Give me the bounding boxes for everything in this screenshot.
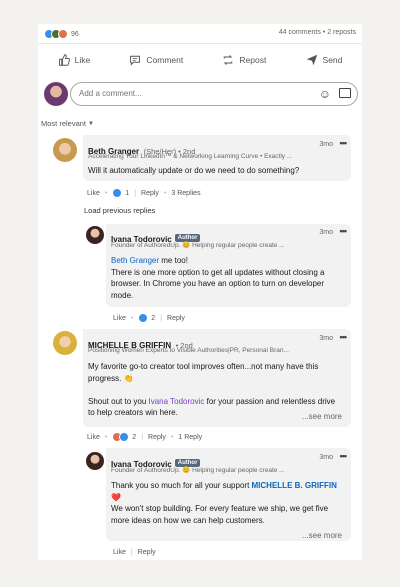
send-icon [306,54,317,66]
mention-link[interactable]: Beth Granger [111,256,159,265]
repost-button[interactable]: Repost [222,54,266,66]
reply-bubble: Ivana Todorovic Author Founder of Authore… [106,224,351,307]
like-reaction-icon [119,432,130,442]
reply-bubble: Ivana Todorovic Author Founder of Authore… [106,448,351,541]
reply-link[interactable]: Reply [138,549,156,556]
action-bar: Like Comment Repost Send [38,48,362,72]
replies-link[interactable]: 3 Replies [171,190,200,197]
comment-time: 3mo [319,229,333,236]
user-avatar[interactable] [44,82,68,106]
reaction-count: 96 [71,30,79,38]
comment-time: 3mo [319,335,333,342]
love-reaction-icon [58,29,68,39]
heart-icon: ❤️ [111,492,121,502]
comment-text: Thank you so much for all your support M… [111,480,343,526]
commenter-headline: Accelerating Your LinkedIn™ & Networking… [88,153,293,160]
like-reaction-icon [112,188,123,198]
comment-text-part: We won't stop building. For every featur… [111,504,329,525]
reaction-count[interactable]: 2 [132,434,136,441]
comment-bubble: Beth Granger (She/Her) • 2nd Acceleratin… [83,135,351,181]
repost-icon [224,55,233,65]
comment-text-part: Shout out to you [88,396,149,406]
send-label: Send [322,55,343,65]
like-button[interactable]: Like [58,54,91,66]
comment-icon [130,55,141,66]
replies-link[interactable]: 1 Reply [178,434,202,441]
action-separator: | [134,189,137,197]
comment-actions: Like | Reply [113,549,156,556]
commenter-avatar[interactable] [86,452,104,470]
commenter-headline: Founder of AuthoredUp. 😊 Helping regular… [111,467,285,474]
like-link[interactable]: Like [113,315,126,322]
reaction-stack[interactable]: 96 [44,29,79,39]
comment-text-part: There is one more option to get all upda… [111,267,325,300]
comment-text-part: me too! [159,256,188,265]
stats-separator: • [322,29,326,36]
reply-link[interactable]: Reply [141,190,159,197]
more-options-icon[interactable]: ••• [340,226,348,236]
action-separator: • [130,314,134,322]
comment-actions: Like • 2 | Reply • 1 Reply [87,432,202,442]
comment-text-part: Thank you so much for all your support [111,481,252,490]
action-separator: | [141,433,144,441]
image-icon[interactable] [339,88,351,98]
commenter-avatar[interactable] [53,138,77,162]
comment-bubble: MICHELLE B GRIFFIN • 2nd Positioning Wom… [83,329,351,427]
comment-text-part: My favorite go-to creator tool improves … [88,362,319,383]
reaction-count[interactable]: 2 [151,315,155,322]
more-options-icon[interactable]: ••• [340,451,348,461]
reply-link[interactable]: Reply [167,315,185,322]
post-social-card: 96 44 comments • 2 reposts Like Comment … [38,24,362,560]
sort-label: Most relevant [41,119,87,128]
see-more-link[interactable]: ...see more [302,411,342,423]
like-link[interactable]: Like [87,434,100,441]
mention-link[interactable]: MICHELLE B. GRIFFIN [252,481,337,490]
comment-button[interactable]: Comment [129,54,183,66]
comment-input[interactable] [77,88,301,99]
load-previous-replies[interactable]: Load previous replies [84,206,155,215]
like-reaction-icon [138,313,149,323]
divider [38,43,362,44]
comments-reposts[interactable]: 44 comments • 2 reposts [279,29,356,36]
commenter-avatar[interactable] [53,331,77,355]
reply-link[interactable]: Reply [148,434,166,441]
commenter-headline: Founder of AuthoredUp. 😊 Helping regular… [111,242,285,249]
see-more-link[interactable]: ...see more [302,530,342,542]
comment-actions: Like • 1 | Reply • 3 Replies [87,188,201,198]
action-separator: | [160,314,163,322]
more-options-icon[interactable]: ••• [340,138,348,148]
comment-text: My favorite go-to creator tool improves … [88,361,338,419]
commenter-headline: Positioning Women Experts to Visible Aut… [88,347,289,354]
sort-dropdown[interactable]: Most relevant ▼ [41,119,94,128]
send-button[interactable]: Send [306,54,343,66]
comment-text: Will it automatically update or do we ne… [88,166,300,175]
like-label: Like [74,55,91,65]
comment-composer[interactable]: ☺ [70,82,358,106]
comment-actions: Like • 2 | Reply [113,313,185,323]
action-separator: • [170,433,174,441]
chevron-down-icon: ▼ [88,120,94,127]
more-options-icon[interactable]: ••• [340,332,348,342]
reposts-count[interactable]: 2 reposts [327,29,356,36]
mention-link[interactable]: Ivana Todorovic [149,397,205,406]
comment-text: Beth Granger me too! There is one more o… [111,255,343,301]
thumbs-up-icon [58,54,70,66]
commenter-avatar[interactable] [86,226,104,244]
comment-time: 3mo [319,454,333,461]
comment-time: 3mo [319,141,333,148]
reaction-count[interactable]: 1 [125,190,129,197]
action-separator: • [104,433,108,441]
comment-label: Comment [146,55,184,65]
emoji-icon[interactable]: ☺ [319,87,331,101]
action-separator: • [163,189,167,197]
repost-label: Repost [239,55,267,65]
like-link[interactable]: Like [113,549,126,556]
action-separator: • [104,189,108,197]
like-link[interactable]: Like [87,190,100,197]
action-separator: | [130,549,133,556]
comments-count[interactable]: 44 comments [279,29,321,36]
